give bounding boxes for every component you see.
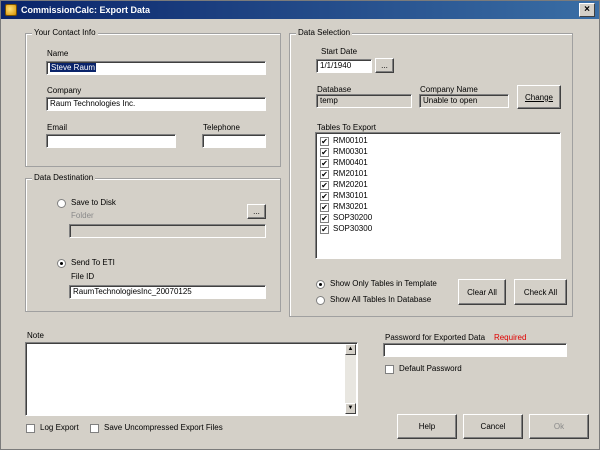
table-checkbox[interactable]: ✔: [320, 137, 329, 146]
title-bar: CommissionCalc: Export Data ×: [1, 1, 599, 19]
table-checkbox[interactable]: ✔: [320, 214, 329, 223]
table-name: SOP30200: [333, 213, 373, 222]
database-label: Database: [317, 85, 352, 94]
table-checkbox[interactable]: ✔: [320, 148, 329, 157]
email-input[interactable]: [46, 134, 176, 148]
send-to-eti-label: Send To ETI: [71, 258, 115, 267]
table-checkbox[interactable]: ✔: [320, 225, 329, 234]
table-checkbox[interactable]: ✔: [320, 159, 329, 168]
start-date-label: Start Date: [321, 47, 358, 56]
telephone-label: Telephone: [203, 123, 240, 132]
name-label: Name: [47, 49, 69, 58]
note-label: Note: [27, 331, 44, 340]
telephone-input[interactable]: [202, 134, 266, 148]
show-only-template-radio[interactable]: [316, 280, 325, 289]
table-name: RM30101: [333, 191, 368, 200]
default-password-checkbox[interactable]: [385, 365, 394, 374]
tables-listbox[interactable]: ✔ RM00101 ✔ RM00301 ✔ RM00401 ✔ RM20101 …: [315, 132, 561, 259]
browse-folder-button[interactable]: ...: [247, 204, 266, 219]
table-name: SOP30300: [333, 224, 373, 233]
help-button[interactable]: Help: [397, 414, 457, 439]
password-label: Password for Exported Data Required: [385, 333, 526, 342]
name-input[interactable]: Steve Raum: [46, 61, 266, 75]
contact-info-group-title: Your Contact Info: [32, 28, 98, 37]
table-name: RM00101: [333, 136, 368, 145]
close-button[interactable]: ×: [579, 3, 595, 17]
default-password-label: Default Password: [399, 364, 462, 373]
date-picker-button[interactable]: ...: [375, 58, 394, 73]
send-to-eti-radio[interactable]: [57, 259, 66, 268]
data-destination-group-title: Data Destination: [32, 173, 96, 182]
cancel-button[interactable]: Cancel: [463, 414, 523, 439]
table-name: RM00401: [333, 158, 368, 167]
start-date-input[interactable]: 1/1/1940: [316, 59, 372, 73]
table-name: RM00301: [333, 147, 368, 156]
change-button[interactable]: Change: [517, 85, 561, 109]
scroll-down-icon[interactable]: ▼: [345, 403, 356, 414]
table-checkbox[interactable]: ✔: [320, 170, 329, 179]
save-to-disk-label: Save to Disk: [71, 198, 116, 207]
show-all-tables-label: Show All Tables In Database: [330, 295, 432, 304]
log-export-checkbox[interactable]: [26, 424, 35, 433]
check-all-button[interactable]: Check All: [514, 279, 567, 305]
window-title: CommissionCalc: Export Data: [21, 5, 151, 15]
file-id-label: File ID: [71, 272, 95, 281]
database-value: temp: [316, 94, 412, 108]
email-label: Email: [47, 123, 68, 132]
company-name-value: Unable to open: [419, 94, 509, 108]
password-required-label: Required: [493, 333, 527, 342]
clear-all-button[interactable]: Clear All: [458, 279, 506, 305]
table-name: RM20201: [333, 180, 368, 189]
table-checkbox[interactable]: ✔: [320, 203, 329, 212]
note-scrollbar[interactable]: ▲ ▼: [345, 344, 356, 414]
company-input[interactable]: Raum Technologies Inc.: [46, 97, 266, 111]
show-only-template-label: Show Only Tables in Template: [330, 279, 437, 288]
ok-button[interactable]: Ok: [529, 414, 589, 439]
app-icon: [5, 4, 17, 16]
company-label: Company: [47, 86, 82, 95]
table-name: RM20101: [333, 169, 368, 178]
save-uncompressed-label: Save Uncompressed Export Files: [104, 423, 223, 432]
password-input[interactable]: [383, 343, 567, 357]
tables-to-export-label: Tables To Export: [317, 123, 376, 132]
export-data-window: CommissionCalc: Export Data × Your Conta…: [0, 0, 600, 450]
save-to-disk-radio[interactable]: [57, 199, 66, 208]
show-all-tables-radio[interactable]: [316, 296, 325, 305]
table-checkbox[interactable]: ✔: [320, 192, 329, 201]
table-checkbox[interactable]: ✔: [320, 181, 329, 190]
change-button-label: Change: [524, 92, 554, 102]
folder-input: [69, 224, 266, 238]
note-textarea[interactable]: ▲ ▼: [25, 342, 358, 416]
log-export-label: Log Export: [40, 423, 79, 432]
folder-label: Folder: [71, 211, 94, 220]
file-id-input[interactable]: RaumTechnologiesInc_20070125: [69, 285, 266, 299]
password-label-text: Password for Exported Data: [385, 333, 486, 342]
data-selection-group-title: Data Selection: [296, 28, 353, 37]
name-input-value: Steve Raum: [50, 63, 97, 72]
table-name: RM30201: [333, 202, 368, 211]
save-uncompressed-checkbox[interactable]: [90, 424, 99, 433]
company-name-label: Company Name: [420, 85, 478, 94]
scroll-up-icon[interactable]: ▲: [345, 344, 356, 355]
